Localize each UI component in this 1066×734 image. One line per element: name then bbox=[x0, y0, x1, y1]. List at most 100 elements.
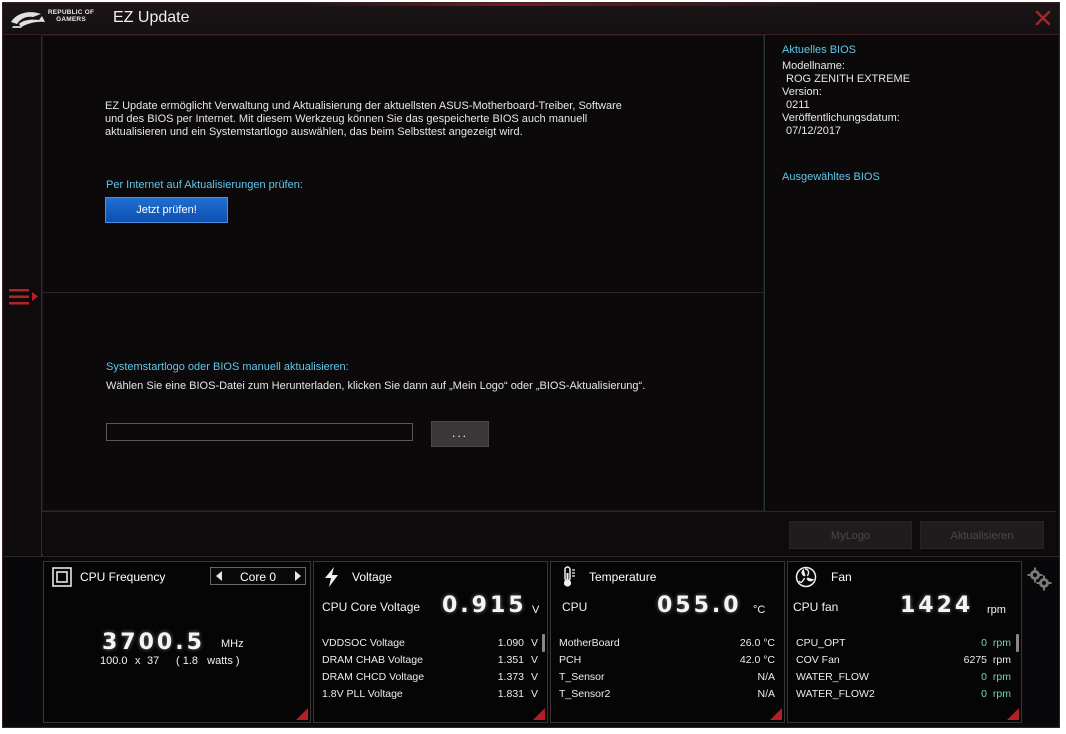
sensor-row: 1.8V PLL Voltage 1.831 V bbox=[322, 688, 538, 702]
sensor-value: 1.373 bbox=[497, 671, 524, 683]
expand-corner-icon[interactable] bbox=[296, 708, 308, 720]
voltage-panel: Voltage CPU Core Voltage 0.915 V VDDSOC … bbox=[313, 561, 548, 723]
model-name-value: ROG ZENITH EXTREME bbox=[786, 73, 911, 85]
sensor-row: WATER_FLOW2 0 rpm bbox=[796, 688, 1011, 702]
bios-info-panel: Aktuelles BIOS Modellname: ROG ZENITH EX… bbox=[764, 35, 1056, 511]
cpu-temperature-value: 055.0 bbox=[657, 593, 742, 618]
cpu-core-voltage-label: CPU Core Voltage bbox=[322, 600, 421, 614]
sensor-unit: rpm bbox=[992, 671, 1011, 683]
expand-corner-icon[interactable] bbox=[770, 708, 782, 720]
sensor-label: PCH bbox=[559, 654, 582, 666]
sensor-value: 0 bbox=[981, 637, 987, 649]
cpu-temperature-unit: °C bbox=[753, 604, 766, 616]
sensor-value: 1.351 bbox=[497, 654, 524, 666]
sensor-value: N/A bbox=[757, 688, 775, 700]
browse-button[interactable]: ... bbox=[431, 421, 489, 447]
cpu-frequency-value: 3700.5 bbox=[102, 630, 205, 655]
sensor-unit: rpm bbox=[992, 637, 1011, 649]
rog-brand-text: REPUBLIC OF GAMERS bbox=[43, 9, 99, 23]
sensor-unit: V bbox=[530, 671, 538, 683]
cpu-ratio-value: 37 bbox=[147, 655, 160, 667]
fan-title: Fan bbox=[831, 570, 852, 584]
voltage-title: Voltage bbox=[352, 570, 393, 584]
brand-line-2: GAMERS bbox=[56, 16, 86, 23]
sensor-row: DRAM CHCD Voltage 1.373 V bbox=[322, 671, 538, 685]
sensor-row: T_Sensor2 N/A bbox=[559, 688, 775, 702]
sensor-value: 1.831 bbox=[497, 688, 524, 700]
ez-update-description: EZ Update ermöglicht Verwaltung und Aktu… bbox=[105, 100, 622, 138]
cpu-frequency-title: CPU Frequency bbox=[80, 570, 166, 584]
cpu-core-voltage-value: 0.915 bbox=[442, 593, 527, 618]
sensor-row: T_Sensor N/A bbox=[559, 671, 775, 685]
sensor-value: 0 bbox=[981, 688, 987, 700]
sensor-label: MotherBoard bbox=[559, 637, 620, 649]
sensor-label: VDDSOC Voltage bbox=[322, 637, 405, 649]
sensor-value: 42.0 °C bbox=[739, 654, 775, 666]
sensor-value: 6275 bbox=[963, 654, 987, 666]
sensor-value: 0 bbox=[981, 671, 987, 683]
left-rail bbox=[3, 36, 43, 557]
cpu-core-voltage-unit: V bbox=[532, 604, 540, 616]
update-bios-button[interactable]: Aktualisieren bbox=[920, 521, 1044, 549]
version-label: Version: bbox=[782, 86, 822, 98]
sensor-label: T_Sensor2 bbox=[559, 688, 611, 700]
thermometer-icon bbox=[563, 566, 575, 587]
cpu-chip-icon bbox=[52, 567, 72, 587]
sensor-unit: rpm bbox=[992, 688, 1011, 700]
cpu-temperature-label: CPU bbox=[562, 600, 588, 614]
app-title: EZ Update bbox=[113, 9, 190, 26]
brand-line-1: REPUBLIC OF bbox=[47, 9, 95, 16]
version-value: 0211 bbox=[786, 99, 810, 111]
cpu-frequency-panel: CPU Frequency Core 0 3700.5 MHz 100.0 x … bbox=[43, 561, 311, 723]
sensor-label: WATER_FLOW2 bbox=[796, 688, 875, 700]
temperature-title: Temperature bbox=[589, 570, 657, 584]
fan-icon bbox=[795, 566, 817, 588]
sensor-label: DRAM CHAB Voltage bbox=[322, 654, 423, 666]
cpu-fan-value: 1424 bbox=[900, 593, 974, 618]
sensor-unit: V bbox=[530, 688, 538, 700]
sensor-label: WATER_FLOW bbox=[796, 671, 869, 683]
check-now-button[interactable]: Jetzt prüfen! bbox=[105, 197, 228, 223]
close-icon[interactable] bbox=[1033, 8, 1053, 28]
sensor-label: CPU_OPT bbox=[796, 637, 846, 649]
sensor-label: T_Sensor bbox=[559, 671, 605, 683]
fan-scrollbar[interactable] bbox=[1016, 634, 1019, 652]
sensor-value: N/A bbox=[757, 671, 775, 683]
sensor-label: DRAM CHCD Voltage bbox=[322, 671, 425, 683]
selected-bios-heading: Ausgewähltes BIOS bbox=[782, 171, 880, 183]
current-bios-heading: Aktuelles BIOS bbox=[782, 44, 856, 56]
sensor-row: CPU_OPT 0 rpm bbox=[796, 637, 1011, 651]
cpu-power-value: ( 1.8 watts ) bbox=[176, 655, 240, 667]
manual-update-hint: Wählen Sie eine BIOS-Datei zum Herunterl… bbox=[106, 380, 646, 392]
cpu-frequency-unit: MHz bbox=[221, 638, 244, 650]
core-selector[interactable]: Core 0 bbox=[210, 567, 306, 585]
manual-update-label: Systemstartlogo oder BIOS manuell aktual… bbox=[106, 361, 349, 373]
sensor-label: 1.8V PLL Voltage bbox=[322, 688, 403, 700]
temperature-panel: Temperature CPU 055.0 °C MotherBoard 26.0… bbox=[550, 561, 785, 723]
lightning-bolt-icon bbox=[325, 567, 338, 587]
expand-corner-icon[interactable] bbox=[533, 708, 545, 720]
internet-check-label: Per Internet auf Aktualisierungen prüfen… bbox=[106, 179, 303, 191]
sensor-value: 1.090 bbox=[497, 637, 524, 649]
voltage-scrollbar[interactable] bbox=[542, 634, 545, 652]
cpu-fan-label: CPU fan bbox=[793, 600, 839, 614]
multiplier-x: x bbox=[135, 655, 141, 667]
sensor-row: VDDSOC Voltage 1.090 V bbox=[322, 637, 538, 651]
release-date-label: Veröffentlichungsdatum: bbox=[782, 112, 900, 124]
mylogo-button[interactable]: MyLogo bbox=[789, 521, 912, 549]
sensor-unit: V bbox=[530, 637, 538, 649]
core-next-icon[interactable] bbox=[295, 571, 301, 581]
section-divider bbox=[42, 292, 764, 293]
sensor-unit: rpm bbox=[992, 654, 1011, 666]
gear-icon[interactable] bbox=[1026, 566, 1052, 592]
core-selected-value: Core 0 bbox=[239, 570, 277, 584]
title-bar-accent bbox=[303, 3, 823, 6]
bios-file-path-input[interactable] bbox=[106, 423, 413, 441]
sensor-value: 26.0 °C bbox=[739, 637, 775, 649]
expand-corner-icon[interactable] bbox=[1007, 708, 1019, 720]
title-bar: REPUBLIC OF GAMERS EZ Update bbox=[3, 3, 1059, 35]
sensor-unit: V bbox=[530, 654, 538, 666]
sensor-row: WATER_FLOW 0 rpm bbox=[796, 671, 1011, 685]
menu-toggle-icon[interactable] bbox=[7, 286, 41, 308]
sensor-label: COV Fan bbox=[796, 654, 840, 666]
